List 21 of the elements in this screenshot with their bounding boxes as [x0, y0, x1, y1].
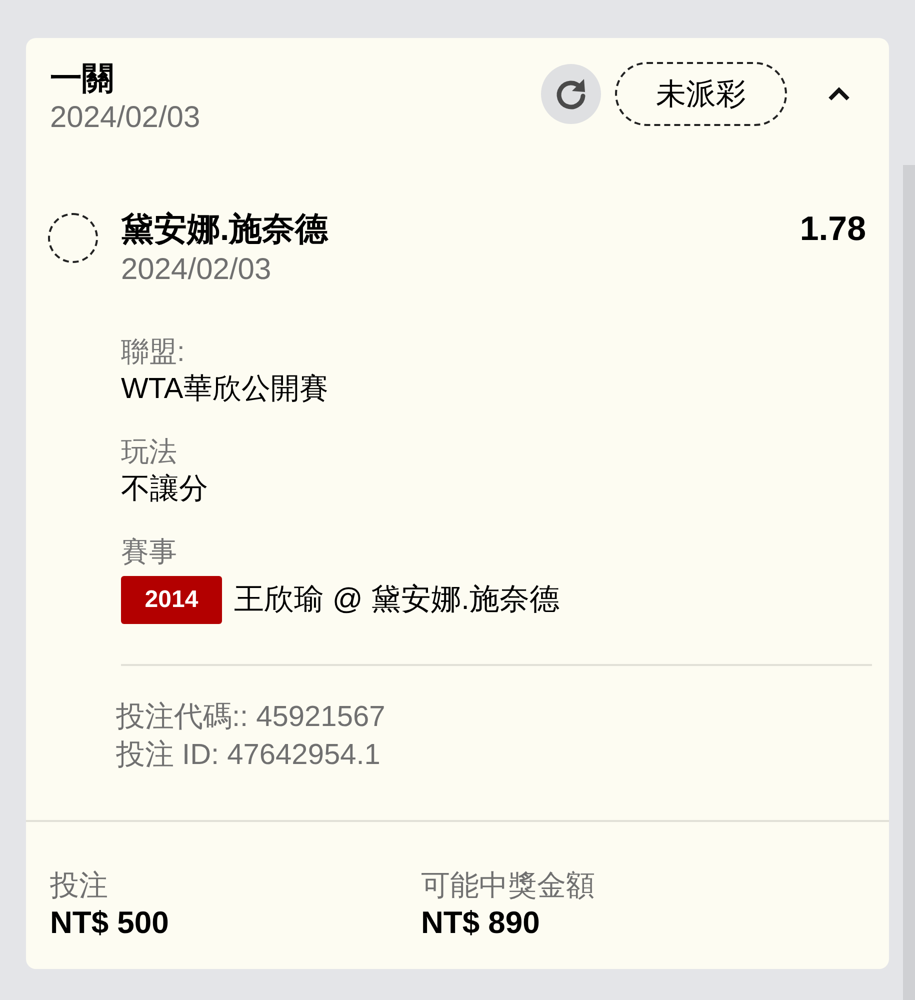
bet-reference: 投注代碼:: 45921567: [116, 700, 386, 735]
bet-reference: 投注 ID: 47642954.1: [116, 738, 382, 773]
chevron-up-icon: [827, 86, 851, 102]
selection-radio[interactable]: [48, 213, 98, 263]
odds-value: 1.78: [800, 209, 866, 250]
selection-date: 2024/02/03: [121, 252, 272, 288]
status-badge: 未派彩: [615, 62, 787, 126]
detail-value: WTA華欣公開賽: [121, 372, 330, 407]
detail-label: 玩法: [121, 435, 178, 469]
event-matchup: 王欣瑜 @ 黛安娜.施奈德: [234, 582, 560, 618]
summary-amount: NT$ 500: [50, 904, 170, 942]
summary-label: 投注: [50, 869, 109, 904]
detail-label: 賽事: [121, 535, 178, 569]
bet-date: 2024/02/03: [50, 100, 202, 136]
bet-type-title: 一關: [50, 59, 115, 98]
detail-value: 不讓分: [121, 472, 209, 507]
event-code-badge: 2014: [121, 576, 222, 624]
detail-label: 聯盟:: [121, 335, 186, 369]
selection-name: 黛安娜.施奈德: [121, 209, 328, 249]
summary-amount: NT$ 890: [421, 904, 541, 942]
summary-label: 可能中獎金額: [421, 869, 596, 904]
